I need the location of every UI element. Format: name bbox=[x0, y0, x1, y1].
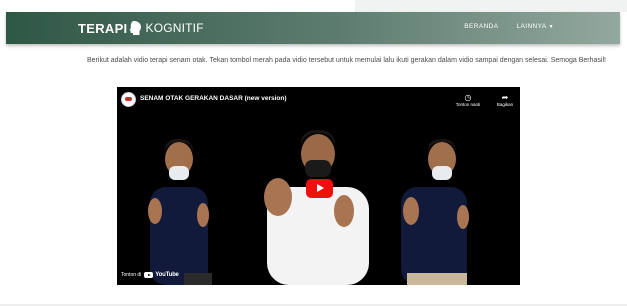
nav-links: BERANDA LAINNYA ▼ bbox=[464, 23, 554, 30]
brand-logo[interactable]: TERAPI KOGNITIF bbox=[78, 19, 204, 37]
clock-icon: ◷ bbox=[464, 93, 472, 102]
video-player[interactable]: SENAM OTAK GERAKAN DASAR (new version) ◷… bbox=[117, 87, 520, 285]
youtube-logo-icon bbox=[144, 272, 154, 278]
youtube-play-icon[interactable] bbox=[306, 179, 333, 198]
brand-terapi: TERAPI bbox=[78, 20, 128, 36]
person-left bbox=[148, 139, 212, 285]
share-button[interactable]: ➦ Bagikan bbox=[490, 93, 520, 108]
caret-down-icon: ▼ bbox=[548, 24, 554, 30]
navbar: TERAPI KOGNITIF BERANDA LAINNYA ▼ bbox=[6, 12, 620, 44]
watch-on-youtube-link[interactable]: Tonton di YouTube bbox=[121, 272, 179, 278]
nav-lainnya-dropdown[interactable]: LAINNYA ▼ bbox=[517, 23, 555, 30]
top-strip-shade bbox=[355, 0, 627, 12]
intro-text: Berikut adalah vidio terapi senam otak. … bbox=[87, 57, 606, 64]
brand-kognitif: KOGNITIF bbox=[145, 21, 204, 35]
watch-on-label: Tonton di bbox=[121, 272, 142, 278]
watch-later-label: Tonton nanti bbox=[455, 102, 481, 107]
video-title[interactable]: SENAM OTAK GERAKAN DASAR (new version) bbox=[140, 95, 287, 102]
channel-avatar[interactable] bbox=[121, 92, 136, 107]
nav-beranda[interactable]: BERANDA bbox=[464, 23, 498, 30]
person-center bbox=[264, 130, 369, 285]
top-strip bbox=[0, 0, 627, 12]
nav-lainnya-label: LAINNYA bbox=[516, 23, 547, 30]
head-silhouette-icon bbox=[129, 21, 142, 35]
share-arrow-icon: ➦ bbox=[501, 93, 509, 102]
person-right bbox=[401, 139, 469, 285]
watch-later-button[interactable]: ◷ Tonton nanti bbox=[453, 93, 483, 108]
youtube-wordmark: YouTube bbox=[155, 272, 179, 278]
share-label: Bagikan bbox=[496, 102, 514, 107]
